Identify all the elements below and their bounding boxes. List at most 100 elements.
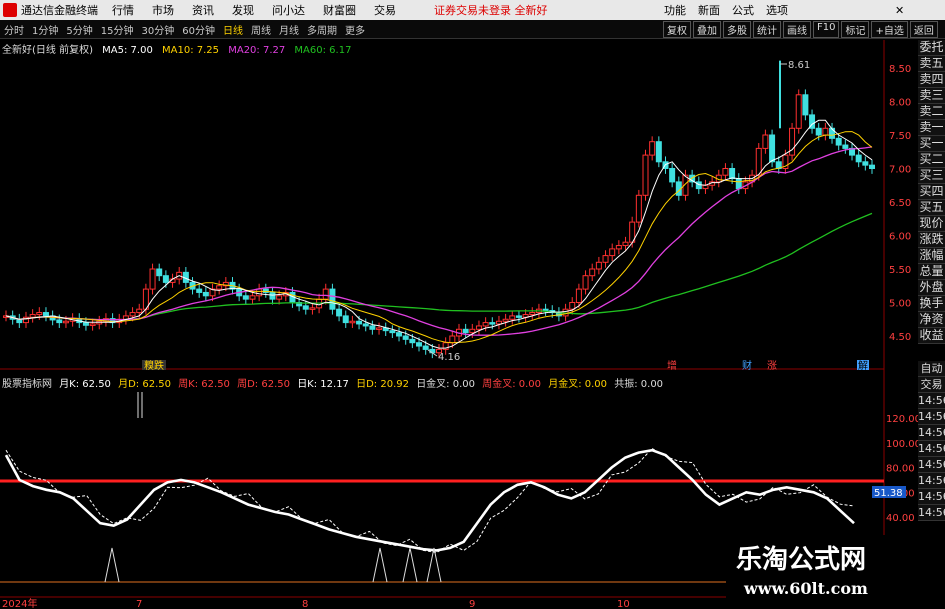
ma5-legend: MA5: 7.00: [102, 45, 153, 56]
side-panel-item[interactable]: 卖三: [918, 88, 945, 104]
candle-body: [156, 268, 163, 277]
indicator-axis-label: 100.00: [886, 439, 921, 450]
chart-title: 全新好(日线 前复权): [2, 45, 93, 56]
price-axis-label: 4.50: [889, 332, 911, 343]
side-panel-item[interactable]: 涨跌: [918, 232, 945, 248]
side-time-label: 14:56: [918, 393, 945, 409]
candle-body: [582, 275, 589, 290]
indicator-current-value: 51.38: [874, 488, 903, 499]
candle-body: [869, 164, 875, 169]
side-panel-item[interactable]: 涨幅: [918, 248, 945, 264]
indicator-name[interactable]: 股票指标网: [2, 379, 52, 390]
candle-body: [56, 319, 63, 324]
candle-body: [376, 327, 383, 330]
candle-body: [842, 144, 849, 149]
date-axis-label: 2024年: [2, 597, 37, 609]
side-time-label: 14:56: [918, 489, 945, 505]
event-marker[interactable]: 糗跌: [144, 359, 164, 372]
month-cross: 月金叉: 0.00: [548, 379, 608, 390]
price-axis-label: 8.50: [889, 64, 911, 75]
candle-body: [615, 245, 622, 250]
side-time-label: 14:56: [918, 505, 945, 521]
side-time-label: 14:56: [918, 473, 945, 489]
ma5-line: [5, 119, 873, 349]
event-marker[interactable]: 财: [742, 359, 752, 372]
candle-body: [196, 288, 203, 293]
candle-body: [795, 94, 802, 129]
side-panel-item[interactable]: 卖一: [918, 120, 945, 136]
candle-body: [89, 323, 96, 326]
watermark-name: 乐淘公式网: [736, 545, 867, 575]
side-panel-item[interactable]: 卖五: [918, 56, 945, 72]
side-panel-item[interactable]: 买三: [918, 168, 945, 184]
week-k: 周K: 62.50: [178, 379, 230, 390]
event-marker[interactable]: 增: [667, 359, 677, 372]
candle-body: [509, 315, 516, 320]
side-panel-item[interactable]: 换手: [918, 296, 945, 312]
candle-body: [862, 161, 869, 166]
month-k: 月K: 62.50: [59, 379, 111, 390]
side-panel-item[interactable]: 净资: [918, 312, 945, 328]
indicator-legend: 股票指标网 月K: 62.50 月D: 62.50 周K: 62.50 周D: …: [2, 375, 667, 390]
candle-body: [462, 328, 469, 334]
side-panel-item[interactable]: 买五: [918, 200, 945, 216]
side-panel-item[interactable]: 总量: [918, 264, 945, 280]
price-axis-label: 7.50: [889, 131, 911, 142]
event-marker[interactable]: 解: [858, 359, 868, 372]
candle-body: [369, 325, 376, 330]
candle-body: [655, 141, 662, 163]
candle-body: [735, 178, 742, 190]
candle-body: [349, 320, 356, 324]
date-axis-label: 7: [136, 599, 142, 609]
candle-body: [302, 305, 309, 310]
kline-chart[interactable]: 8.50 8.00 7.50 7.00 6.50 6.00 5.50 5.00 4.50 8.6…: [0, 0, 945, 609]
side-panel-item[interactable]: 卖二: [918, 104, 945, 120]
ma60-line: [5, 212, 873, 321]
quote-side-panel: 委托 卖五 卖四 卖三 卖二 卖一 买一 买二 买三 买四 买五 现价 涨跌 涨幅 总量 外盘 换手 净资 收益 自动…: [918, 40, 945, 521]
candle-body: [769, 134, 776, 163]
day-cross: 日金叉: 0.00: [416, 379, 476, 390]
price-axis-label: 5.50: [889, 265, 911, 276]
candle-body: [589, 268, 596, 277]
candle-body: [855, 154, 862, 163]
week-d: 周D: 62.50: [237, 379, 290, 390]
candle-body: [256, 288, 263, 297]
candle-body: [162, 275, 169, 283]
side-panel-item[interactable]: 收益: [918, 328, 945, 344]
candle-body: [29, 314, 36, 318]
side-panel-item[interactable]: 外盘: [918, 280, 945, 296]
side-panel-item[interactable]: 买一: [918, 136, 945, 152]
ma10-legend: MA10: 7.25: [162, 45, 220, 56]
candle-body: [489, 322, 496, 325]
candle-body: [669, 168, 676, 183]
candle-body: [569, 302, 576, 310]
candle-body: [309, 307, 316, 310]
candle-body: [469, 328, 476, 334]
candle-body: [62, 320, 69, 324]
signal-spike: [426, 547, 442, 583]
candle-body: [362, 323, 369, 327]
signal-spike: [402, 547, 418, 583]
side-panel-item[interactable]: 买四: [918, 184, 945, 200]
candle-body: [249, 295, 256, 300]
price-axis-label: 8.00: [889, 98, 911, 109]
candle-body: [609, 248, 616, 257]
event-marker[interactable]: 涨: [767, 360, 777, 372]
candle-body: [835, 137, 842, 146]
side-panel-item[interactable]: 现价: [918, 216, 945, 232]
candle-body: [129, 312, 136, 317]
price-axis-label: 5.00: [889, 299, 911, 310]
candle-body: [389, 330, 396, 334]
day-k: 日K: 12.17: [297, 379, 349, 390]
side-panel-item[interactable]: 委托: [918, 40, 945, 56]
candle-body: [242, 295, 249, 300]
side-panel-item[interactable]: 卖四: [918, 72, 945, 88]
candle-body: [136, 308, 143, 314]
signal-spike: [104, 547, 120, 583]
side-time-label: 14:56: [918, 409, 945, 425]
watermark-url: www.60lt.com: [744, 579, 868, 598]
candle-body: [322, 288, 329, 300]
candle-body: [422, 345, 429, 350]
candle-body: [36, 312, 43, 316]
side-panel-item[interactable]: 买二: [918, 152, 945, 168]
